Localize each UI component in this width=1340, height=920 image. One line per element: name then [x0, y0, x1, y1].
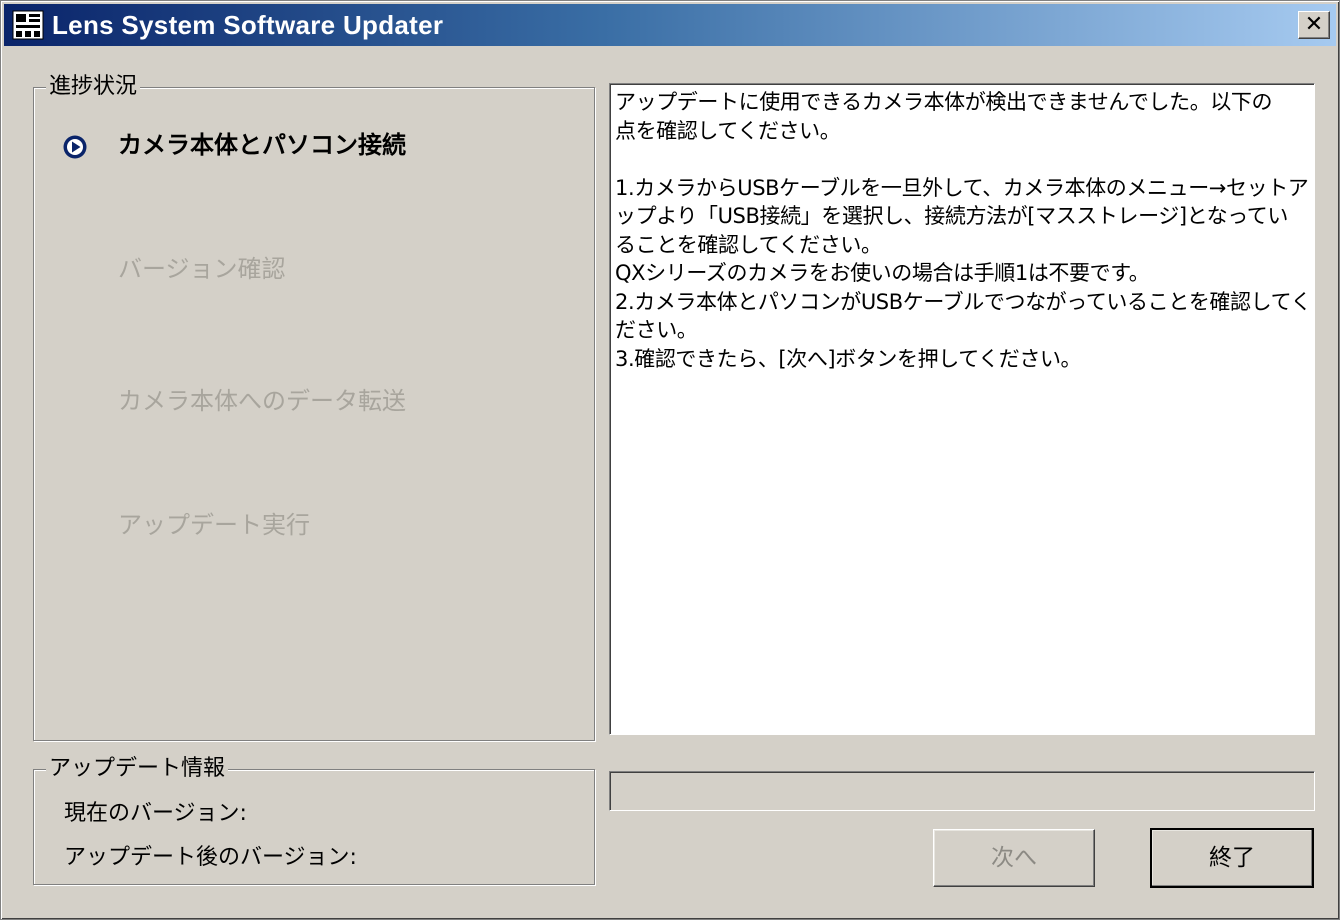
message-line: 3.確認できたら、[次へ]ボタンを押してください。	[615, 346, 1082, 371]
step-update-execution: アップデート実行	[118, 511, 310, 539]
update-info-legend: アップデート情報	[46, 755, 229, 783]
step-version-check: バージョン確認	[118, 255, 286, 283]
message-line	[615, 145, 1308, 174]
close-button[interactable]: ✕	[1298, 11, 1330, 39]
message-line: QXシリーズのカメラをお使いの場合は手順1は不要です。	[615, 261, 1150, 285]
window-title: Lens System Software Updater	[52, 10, 444, 40]
progress-status-group: 進捗状況 カメラ本体とパソコン接続 バージョン確認 カメラ本体へのデータ転送 ア…	[33, 73, 595, 741]
message-line: ださい。	[615, 318, 698, 342]
current-version-label: 現在のバージョン:	[64, 801, 247, 826]
message-line: ることを確認してください。	[615, 232, 882, 257]
updated-version-label: アップデート後のバージョン:	[64, 845, 357, 870]
title-bar[interactable]: Lens System Software Updater ✕	[4, 4, 1336, 46]
message-text-area[interactable]: アップデートに使用できるカメラ本体が検出できませんでした。以下の 点を確認してく…	[609, 83, 1315, 735]
step-data-transfer: カメラ本体へのデータ転送	[118, 387, 406, 415]
updater-app-icon	[12, 10, 44, 40]
message-line: 1.カメラからUSBケーブルを一旦外して、カメラ本体のメニュー→セットア	[615, 175, 1309, 200]
play-circle-icon	[63, 135, 87, 159]
updater-window: Lens System Software Updater ✕ 進捗状況 カメラ本…	[0, 0, 1340, 920]
progress-status-legend: 進捗状況	[46, 73, 141, 101]
next-button[interactable]: 次へ	[933, 829, 1095, 887]
exit-button[interactable]: 終了	[1150, 828, 1314, 888]
message-line: 2.カメラ本体とパソコンがUSBケーブルでつながっていることを確認してく	[615, 289, 1312, 314]
message-line: アップデートに使用できるカメラ本体が検出できませんでした。以下の	[615, 90, 1273, 114]
update-progress-bar	[609, 771, 1315, 811]
close-icon: ✕	[1304, 12, 1324, 37]
message-line: ップより「USB接続」を選択し、接続方法が[マスストレージ]となってい	[615, 204, 1288, 228]
message-line: 点を確認してください。	[615, 118, 841, 143]
step-camera-pc-connection: カメラ本体とパソコン接続	[118, 131, 406, 159]
update-info-group: アップデート情報 現在のバージョン: アップデート後のバージョン:	[33, 755, 595, 885]
